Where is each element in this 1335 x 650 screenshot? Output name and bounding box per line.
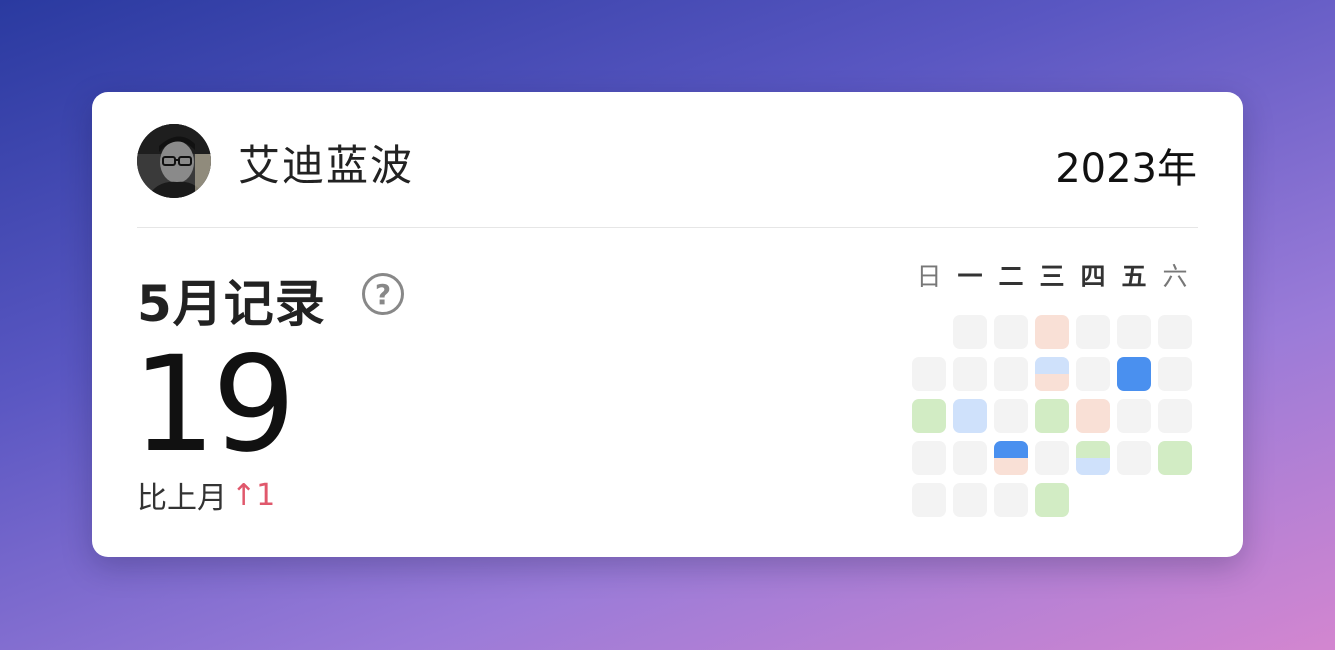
calendar-day-cell[interactable] (953, 399, 987, 433)
calendar-day-cell[interactable] (912, 357, 946, 391)
weekday-label: 一 (957, 262, 983, 291)
user-name: 艾迪蓝波 (238, 141, 415, 190)
calendar-day-segment (994, 441, 1028, 458)
calendar-day-cell[interactable] (1035, 399, 1069, 433)
calendar-day-cell[interactable] (994, 399, 1028, 433)
arrow-up-icon: ↑ (231, 477, 257, 513)
calendar-day-cell[interactable] (953, 357, 987, 391)
calendar-day-cell[interactable] (953, 315, 987, 349)
card-header: 艾迪蓝波 2023年 (92, 92, 1243, 228)
calendar-day-cell[interactable] (1076, 399, 1110, 433)
weekday-label: 五 (1121, 262, 1147, 291)
calendar-day-cell[interactable] (912, 441, 946, 475)
calendar-day-cell[interactable] (994, 357, 1028, 391)
calendar-day-cell[interactable] (1158, 399, 1192, 433)
calendar-day-cell[interactable] (1035, 357, 1069, 391)
calendar-day-cell[interactable] (994, 483, 1028, 517)
calendar-day-segment (1035, 374, 1069, 391)
calendar-day-cell[interactable] (1158, 315, 1192, 349)
comparison-delta: 1 (256, 477, 276, 513)
calendar-day-segment (1035, 357, 1069, 374)
calendar-day-cell[interactable] (953, 483, 987, 517)
calendar-day-cell[interactable] (1117, 315, 1151, 349)
calendar-day-cell[interactable] (912, 483, 946, 517)
calendar-day-cell[interactable] (1035, 441, 1069, 475)
calendar-day-segment (994, 458, 1028, 475)
calendar-day-cell[interactable] (1117, 399, 1151, 433)
calendar-day-cell[interactable] (1158, 357, 1192, 391)
weekday-label: 二 (998, 262, 1024, 291)
calendar-day-cell[interactable] (912, 399, 946, 433)
calendar-day-cell[interactable] (1035, 483, 1069, 517)
calendar-day-cell[interactable] (1076, 357, 1110, 391)
calendar-day-cell[interactable] (994, 315, 1028, 349)
calendar-day-cell[interactable] (1117, 357, 1151, 391)
calendar-day-cell[interactable] (1035, 315, 1069, 349)
month-record-title: 5月记录 (137, 275, 326, 333)
divider (137, 227, 1198, 228)
calendar-day-cell[interactable] (1076, 441, 1110, 475)
weekday-label: 四 (1080, 262, 1106, 291)
weekday-label: 日 (916, 262, 942, 291)
calendar-day-cell[interactable] (1117, 441, 1151, 475)
avatar[interactable] (137, 124, 211, 198)
avatar-image (137, 124, 211, 198)
weekday-label: 六 (1162, 262, 1188, 291)
comparison: 比上月 ↑ 1 (137, 473, 275, 517)
record-count: 19 (132, 328, 296, 482)
record-card: 艾迪蓝波 2023年 5月记录 ? 19 比上月 ↑ 1 日一二三四五六 (92, 92, 1243, 557)
calendar-day-cell[interactable] (994, 441, 1028, 475)
year-label[interactable]: 2023年 (1055, 136, 1197, 194)
calendar-day-cell[interactable] (1158, 441, 1192, 475)
comparison-label: 比上月 (137, 481, 227, 516)
calendar-day-segment (1076, 441, 1110, 458)
help-icon[interactable]: ? (362, 273, 404, 315)
calendar-day-cell[interactable] (1076, 315, 1110, 349)
calendar-day-cell[interactable] (953, 441, 987, 475)
calendar-day-segment (1076, 458, 1110, 475)
weekday-label: 三 (1039, 262, 1065, 291)
